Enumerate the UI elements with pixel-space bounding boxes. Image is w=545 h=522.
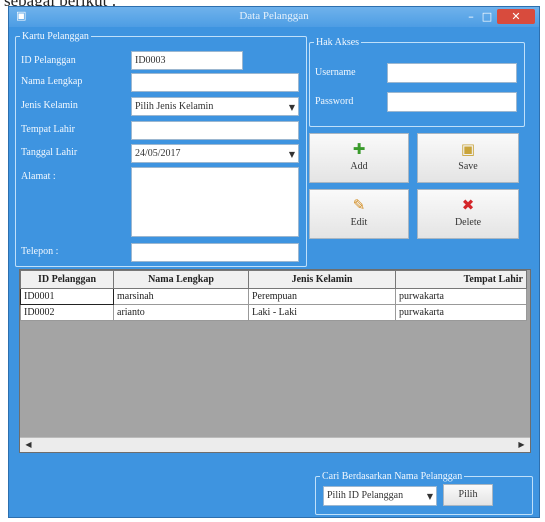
name-field[interactable] <box>131 73 299 92</box>
app-window: ▣ Data Pelanggan – □ ✕ Kartu Pelanggan I… <box>8 6 540 518</box>
access-legend: Hak Akses <box>316 37 360 48</box>
cell-name[interactable]: arianto <box>113 304 249 321</box>
customer-card-legend: Kartu Pelanggan <box>22 31 89 42</box>
chevron-down-icon: ▼ <box>426 492 433 501</box>
delete-icon: ✖ <box>461 196 475 214</box>
delete-button-label: Delete <box>454 217 482 228</box>
password-field[interactable] <box>387 92 517 112</box>
name-label: Nama Lengkap <box>21 76 83 87</box>
column-header-gender[interactable]: Jenis Kelamin <box>248 270 396 289</box>
birthdate-picker[interactable]: 24/05/2017 ▼ <box>131 144 299 163</box>
phone-label: Telepon : <box>21 246 59 257</box>
column-header-birthplace[interactable]: Tempat Lahir <box>395 270 527 289</box>
cell-birthplace[interactable]: purwakarta <box>395 304 527 321</box>
birthplace-field[interactable] <box>131 121 299 140</box>
username-label: Username <box>315 67 356 78</box>
cell-gender[interactable]: Perempuan <box>248 288 396 305</box>
save-icon: ▣ <box>460 140 476 158</box>
close-button[interactable]: ✕ <box>497 9 535 24</box>
add-icon: ✚ <box>352 140 366 158</box>
id-field[interactable]: ID0003 <box>131 51 243 70</box>
calendar-dropdown-icon: ▼ <box>288 150 295 159</box>
maximize-button[interactable]: □ <box>479 9 495 24</box>
minimize-button[interactable]: – <box>463 9 479 24</box>
edit-button[interactable]: ✎ Edit <box>309 189 409 239</box>
search-legend: Cari Berdasarkan Nama Pelanggan <box>322 471 463 482</box>
table-row[interactable]: ID0001 marsinah Perempuan purwakarta <box>20 288 527 305</box>
grid-header-row: ID Pelanggan Nama Lengkap Jenis Kelamin … <box>20 270 527 289</box>
chevron-down-icon: ▼ <box>288 103 295 112</box>
gender-select[interactable]: Pilih Jenis Kelamin ▼ <box>131 97 299 116</box>
edit-button-label: Edit <box>350 217 368 228</box>
password-label: Password <box>315 96 354 107</box>
cell-name[interactable]: marsinah <box>113 288 249 305</box>
customer-id-select[interactable]: Pilih ID Pelanggan ▼ <box>323 486 437 506</box>
scroll-right-icon[interactable]: ▶ <box>515 438 528 451</box>
column-header-name[interactable]: Nama Lengkap <box>113 270 249 289</box>
address-textarea[interactable] <box>131 167 299 237</box>
id-label: ID Pelanggan <box>21 55 76 66</box>
delete-button[interactable]: ✖ Delete <box>417 189 519 239</box>
column-header-id[interactable]: ID Pelanggan <box>20 270 114 289</box>
address-label: Alamat : <box>21 171 56 182</box>
username-field[interactable] <box>387 63 517 83</box>
save-button[interactable]: ▣ Save <box>417 133 519 183</box>
birthplace-label: Tempat Lahir <box>21 124 75 135</box>
title-bar: ▣ Data Pelanggan – □ ✕ <box>9 7 539 27</box>
table-row[interactable]: ID0002 arianto Laki - Laki purwakarta <box>20 304 527 321</box>
customer-id-select-value: Pilih ID Pelanggan <box>327 490 404 501</box>
customer-grid[interactable]: ID Pelanggan Nama Lengkap Jenis Kelamin … <box>19 269 531 453</box>
gender-label: Jenis Kelamin <box>21 100 78 111</box>
customer-table: ID Pelanggan Nama Lengkap Jenis Kelamin … <box>20 270 527 321</box>
gender-select-value: Pilih Jenis Kelamin <box>135 101 214 112</box>
pick-button[interactable]: Pilih <box>443 484 493 506</box>
cell-birthplace[interactable]: purwakarta <box>395 288 527 305</box>
birthdate-label: Tanggal Lahir <box>21 147 78 158</box>
add-button-label: Add <box>350 161 368 172</box>
cell-id[interactable]: ID0001 <box>20 288 114 305</box>
cell-gender[interactable]: Laki - Laki <box>248 304 396 321</box>
phone-field[interactable] <box>131 243 299 262</box>
horizontal-scrollbar[interactable]: ◀ ▶ <box>20 437 530 452</box>
birthdate-value: 24/05/2017 <box>135 148 181 159</box>
edit-icon: ✎ <box>352 196 366 214</box>
window-title: Data Pelanggan <box>239 10 309 22</box>
cell-id[interactable]: ID0002 <box>20 304 114 321</box>
save-button-label: Save <box>458 161 478 172</box>
add-button[interactable]: ✚ Add <box>309 133 409 183</box>
scroll-left-icon[interactable]: ◀ <box>22 438 35 451</box>
